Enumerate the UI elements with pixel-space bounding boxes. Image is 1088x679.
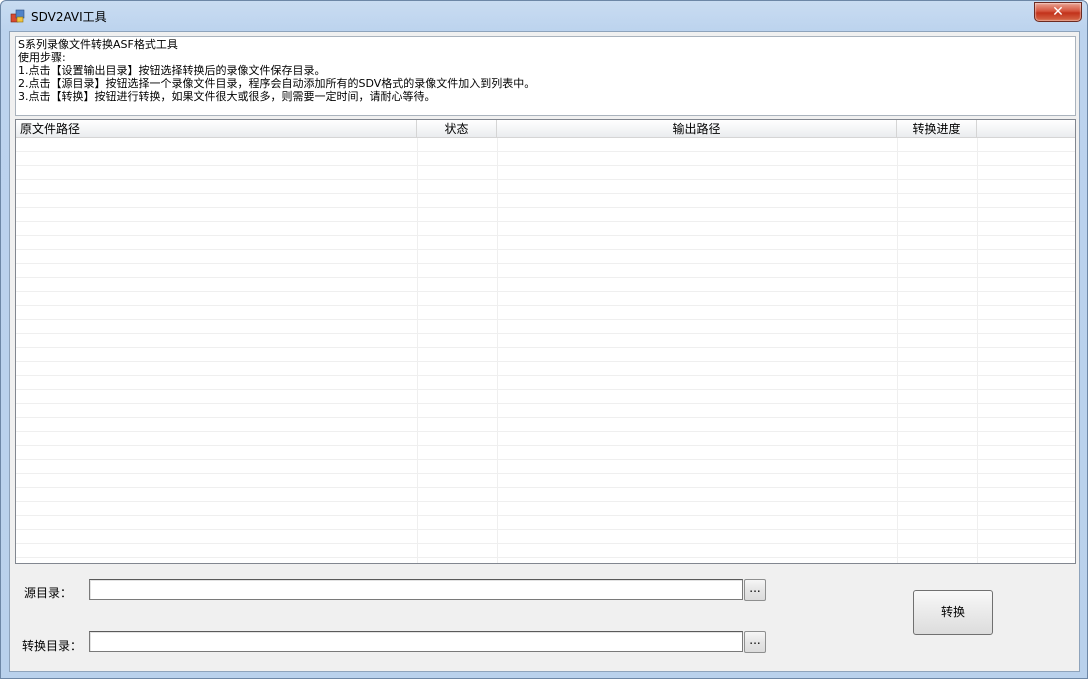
window-title: SDV2AVI工具 [31,10,107,24]
column-header-output-path[interactable]: 输出路径 [497,120,897,138]
file-list-header: 原文件路径 状态 输出路径 转换进度 [16,120,1075,138]
instruction-line: 1.点击【设置输出目录】按钮选择转换后的录像文件保存目录。 [18,64,326,77]
column-header-progress[interactable]: 转换进度 [897,120,977,138]
instruction-line: 使用步骤: [18,51,66,64]
instruction-line: 2.点击【源目录】按钮选择一个录像文件目录，程序会自动添加所有的SDV格式的录像… [18,77,536,90]
close-button[interactable]: ✕ [1034,2,1082,22]
instruction-line: 3.点击【转换】按钮进行转换，如果文件很大或很多，则需要一定时间，请耐心等待。 [18,90,436,103]
source-dir-browse-button[interactable]: ... [744,579,766,601]
source-dir-input[interactable] [89,579,743,600]
convert-dir-label: 转换目录： [22,639,83,653]
column-header-status[interactable]: 状态 [417,120,497,138]
app-icon [10,8,26,24]
app-window: SDV2AVI工具 ✕ S系列录像文件转换ASF格式工具 使用步骤: 1.点击【… [0,0,1088,679]
file-list-body[interactable] [16,138,1075,563]
convert-dir-browse-button[interactable]: ... [744,631,766,653]
grid-divider [897,138,898,563]
title-bar[interactable]: SDV2AVI工具 ✕ [1,1,1087,31]
grid-divider [417,138,418,563]
client-area: S系列录像文件转换ASF格式工具 使用步骤: 1.点击【设置输出目录】按钮选择转… [9,31,1080,672]
column-header-source-path[interactable]: 原文件路径 [16,120,417,138]
close-icon: ✕ [1052,4,1064,20]
grid-divider [497,138,498,563]
convert-dir-input[interactable] [89,631,743,652]
instructions-textbox[interactable]: S系列录像文件转换ASF格式工具 使用步骤: 1.点击【设置输出目录】按钮选择转… [15,36,1076,116]
instruction-line: S系列录像文件转换ASF格式工具 [18,38,178,51]
file-list[interactable]: 原文件路径 状态 输出路径 转换进度 [15,119,1076,564]
source-dir-label: 源目录： [24,586,73,600]
grid-divider [977,138,978,563]
convert-button[interactable]: 转换 [913,590,993,635]
